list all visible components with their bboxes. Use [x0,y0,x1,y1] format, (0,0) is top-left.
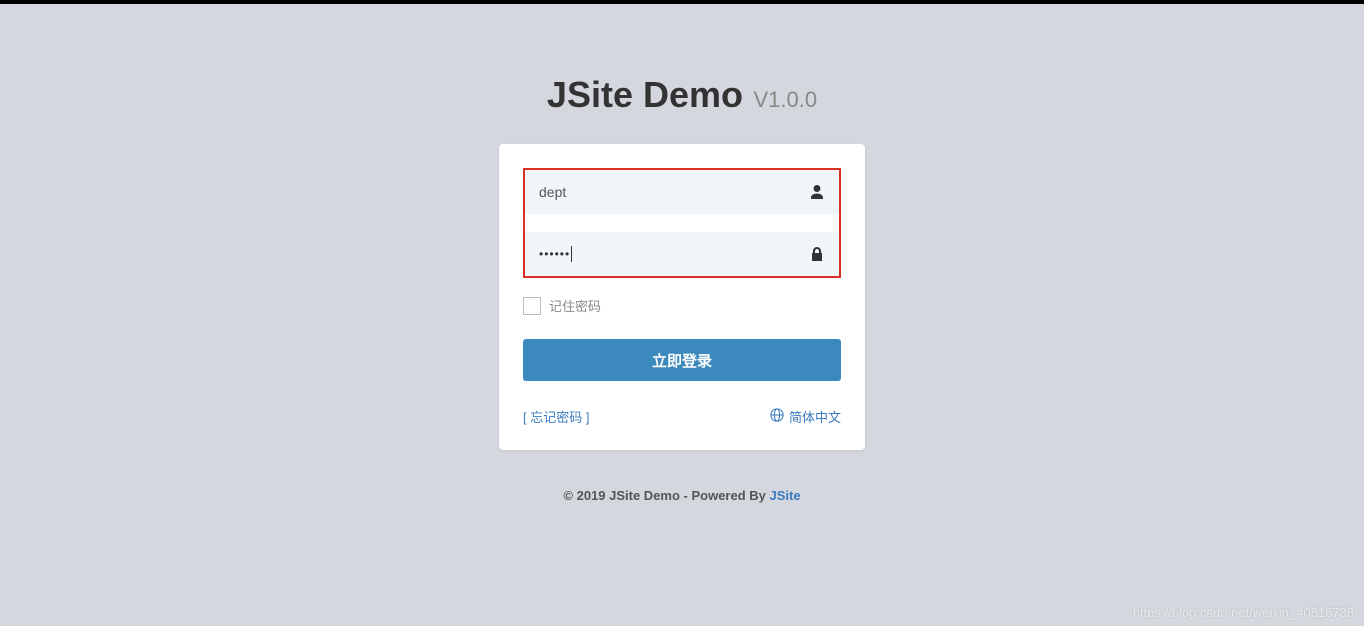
forgot-password-link[interactable]: [ 忘记密码 ] [523,407,589,426]
page-title: JSite Demo [547,74,743,115]
credentials-highlight: •••••• [523,168,841,278]
username-row[interactable] [525,170,839,214]
text-cursor [571,246,572,262]
username-input[interactable] [539,170,809,214]
watermark: https://blog.csdn.net/weixin_40816738 [1133,605,1354,620]
user-icon [809,184,825,200]
lock-icon [809,246,825,262]
remember-row: 记住密码 [523,296,841,315]
login-container: JSite Demo V1.0.0 •••••• 记住密码 [0,4,1364,503]
password-row[interactable]: •••••• [525,232,839,276]
footer: © 2019 JSite Demo - Powered By JSite [563,488,800,503]
password-input[interactable]: •••••• [539,246,809,262]
globe-icon [770,408,784,425]
language-label: 简体中文 [789,407,841,426]
page-title-row: JSite Demo V1.0.0 [547,74,817,116]
login-card: •••••• 记住密码 立即登录 [ 忘记密码 ] 简体中文 [499,144,865,450]
copyright-text: © 2019 JSite Demo - Powered By [563,488,769,503]
remember-checkbox[interactable] [523,297,541,315]
password-dots: •••••• [539,247,570,261]
login-button[interactable]: 立即登录 [523,339,841,381]
language-selector[interactable]: 简体中文 [770,407,841,426]
input-spacer [525,214,839,232]
brand-link[interactable]: JSite [770,488,801,503]
remember-label: 记住密码 [549,296,601,315]
bottom-links: [ 忘记密码 ] 简体中文 [523,407,841,426]
version-label: V1.0.0 [753,87,817,112]
